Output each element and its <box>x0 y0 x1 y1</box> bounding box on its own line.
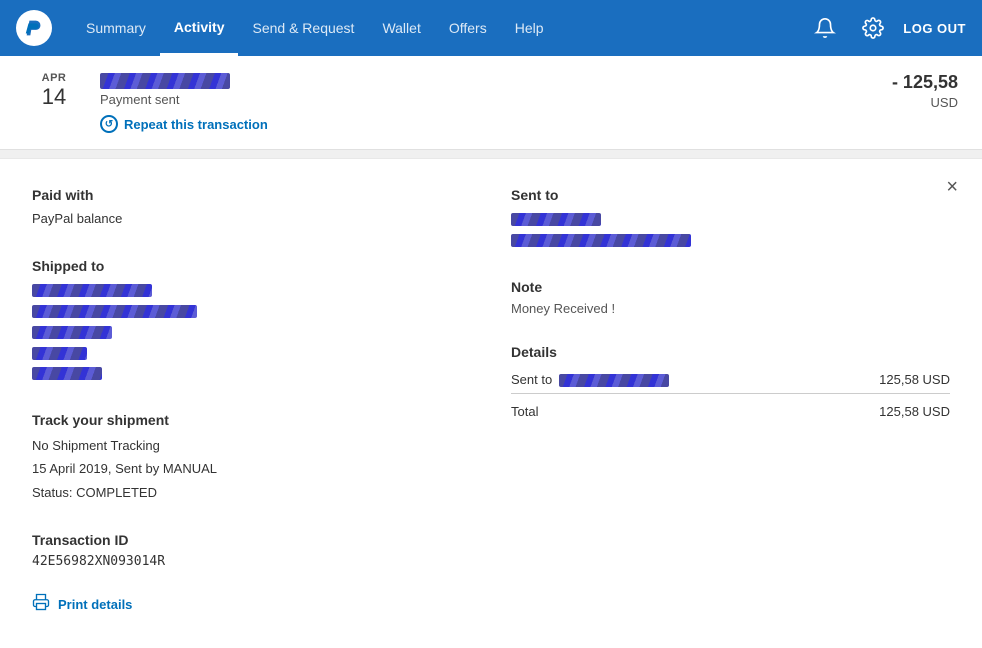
close-detail-button[interactable]: × <box>946 177 958 197</box>
redacted-sent-name <box>511 213 601 226</box>
print-label: Print details <box>58 597 132 612</box>
redacted-addr1 <box>32 284 152 297</box>
track-date: 15 April 2019, Sent by MANUAL <box>32 457 451 480</box>
details-table: Sent to 125,58 USD Total 125,58 USD <box>511 366 950 425</box>
shipped-to-address <box>32 280 451 384</box>
detail-grid: Paid with PayPal balance Shipped to Trac… <box>32 187 950 616</box>
shipped-to-label: Shipped to <box>32 258 451 274</box>
track-shipment-section: Track your shipment No Shipment Tracking… <box>32 412 451 504</box>
detail-left-col: Paid with PayPal balance Shipped to Trac… <box>32 187 491 616</box>
nav-activity[interactable]: Activity <box>160 0 239 56</box>
notifications-button[interactable] <box>807 10 843 46</box>
redacted-details-name <box>559 374 669 387</box>
nav-links: Summary Activity Send & Request Wallet O… <box>72 0 807 56</box>
note-label: Note <box>511 279 950 295</box>
details-total-row: Total 125,58 USD <box>511 393 950 425</box>
redacted-addr3 <box>32 326 112 339</box>
nav-offers[interactable]: Offers <box>435 0 501 56</box>
track-label: Track your shipment <box>32 412 451 428</box>
transaction-info: Payment sent ↺ Repeat this transaction <box>100 72 838 133</box>
paid-with-section: Paid with PayPal balance <box>32 187 451 230</box>
date-month: APR <box>24 72 84 84</box>
no-tracking: No Shipment Tracking <box>32 434 451 457</box>
detail-panel: × Paid with PayPal balance Shipped to <box>0 158 982 644</box>
detail-right-col: Sent to Note Money Received ! Details <box>491 187 950 616</box>
details-sent-label: Sent to <box>511 366 814 394</box>
paypal-logo[interactable] <box>16 10 52 46</box>
date-day: 14 <box>24 84 84 110</box>
amount-value: - 125,58 <box>838 72 958 93</box>
navbar: Summary Activity Send & Request Wallet O… <box>0 0 982 56</box>
details-sent-amount: 125,58 USD <box>814 366 950 394</box>
nav-help[interactable]: Help <box>501 0 558 56</box>
sent-to-label: Sent to <box>511 187 950 203</box>
redacted-name <box>100 73 230 89</box>
settings-button[interactable] <box>855 10 891 46</box>
transaction-amount: - 125,58 USD <box>838 72 958 110</box>
amount-currency: USD <box>838 95 958 110</box>
sent-to-value <box>511 209 950 251</box>
transaction-date: APR 14 <box>24 72 84 110</box>
print-details-link[interactable]: Print details <box>32 593 132 616</box>
txn-id-label: Transaction ID <box>32 532 451 548</box>
paid-with-label: Paid with <box>32 187 451 203</box>
details-label: Details <box>511 344 950 360</box>
details-section: Details Sent to 125,58 USD Total 125,58 … <box>511 344 950 425</box>
payment-status: Payment sent <box>100 92 838 107</box>
sent-to-section: Sent to <box>511 187 950 251</box>
logout-button[interactable]: LOG OUT <box>903 21 966 36</box>
redacted-addr4 <box>32 347 87 360</box>
txn-id-section: Transaction ID 42E56982XN093014R <box>32 532 451 569</box>
nav-right: LOG OUT <box>807 10 966 46</box>
section-divider <box>0 150 982 158</box>
details-sent-row: Sent to 125,58 USD <box>511 366 950 394</box>
main-content: APR 14 Payment sent ↺ Repeat this transa… <box>0 56 982 648</box>
note-section: Note Money Received ! <box>511 279 950 316</box>
track-status: Status: COMPLETED <box>32 481 451 504</box>
transaction-name <box>100 72 838 89</box>
nav-send-request[interactable]: Send & Request <box>238 0 368 56</box>
nav-summary[interactable]: Summary <box>72 0 160 56</box>
redacted-email <box>511 234 691 247</box>
repeat-transaction-link[interactable]: ↺ Repeat this transaction <box>100 115 268 133</box>
redacted-addr2 <box>32 305 197 318</box>
shipped-to-section: Shipped to <box>32 258 451 384</box>
paid-with-value: PayPal balance <box>32 209 451 230</box>
total-amount: 125,58 USD <box>814 393 950 425</box>
note-value: Money Received ! <box>511 301 950 316</box>
txn-id-value: 42E56982XN093014R <box>32 554 451 569</box>
total-label: Total <box>511 393 814 425</box>
track-value: No Shipment Tracking 15 April 2019, Sent… <box>32 434 451 504</box>
printer-icon <box>32 593 50 616</box>
redacted-city <box>32 367 102 380</box>
nav-wallet[interactable]: Wallet <box>368 0 434 56</box>
transaction-row: APR 14 Payment sent ↺ Repeat this transa… <box>0 56 982 150</box>
repeat-icon: ↺ <box>100 115 118 133</box>
